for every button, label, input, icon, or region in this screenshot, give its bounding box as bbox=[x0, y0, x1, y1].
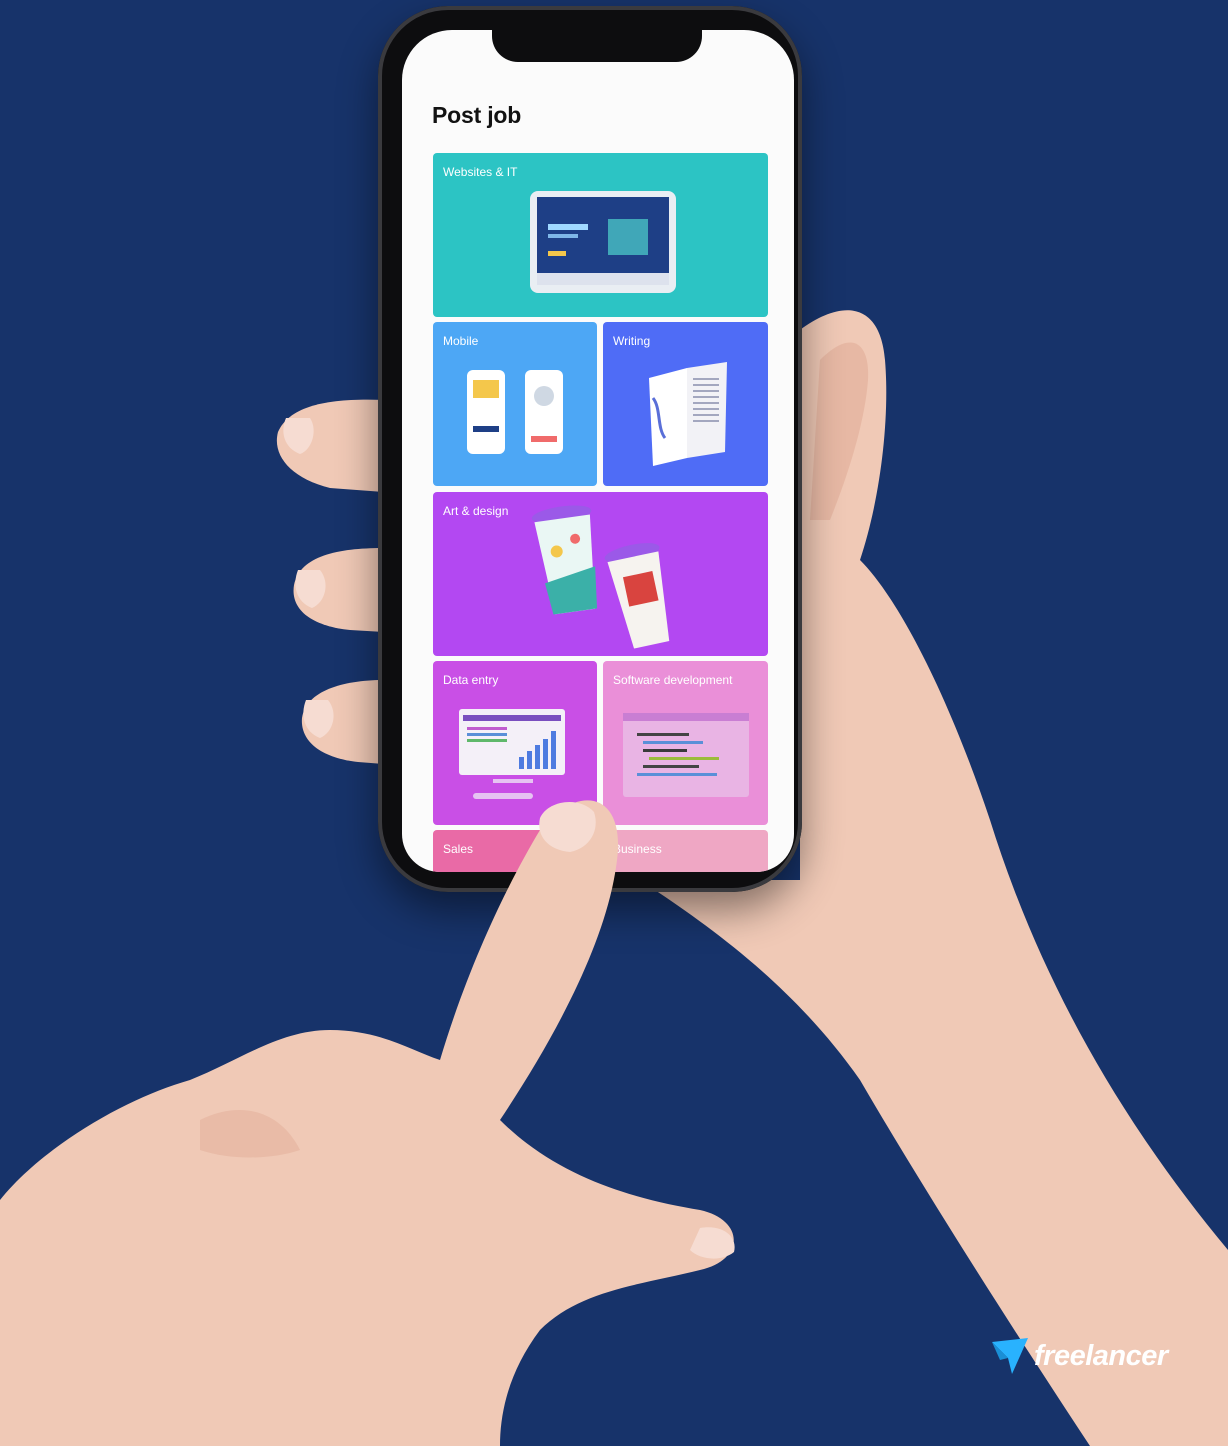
freelancer-logo: freelancer bbox=[990, 1336, 1168, 1376]
brand-name: freelancer bbox=[1034, 1339, 1168, 1372]
freelancer-bird-logo-icon bbox=[992, 1338, 1028, 1374]
pointing-hand bbox=[0, 800, 735, 1446]
